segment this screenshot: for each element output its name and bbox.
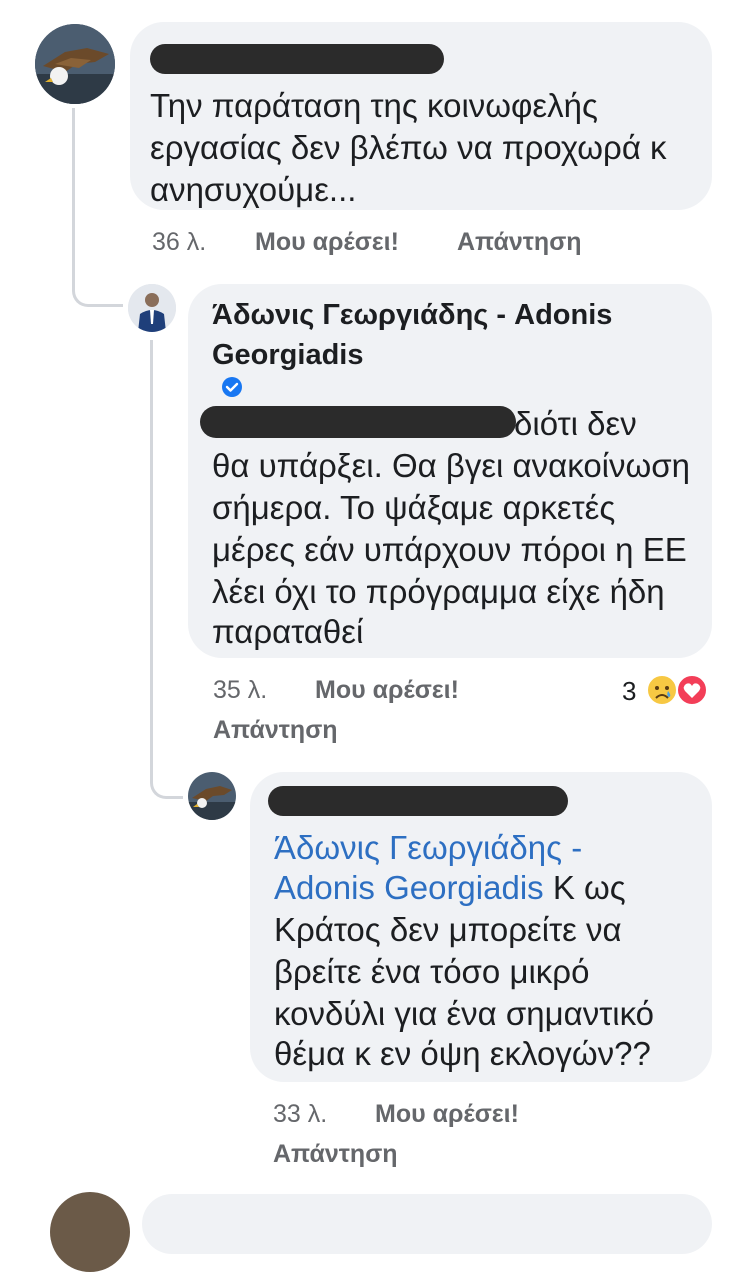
comment-text-line: μέρες εάν υπάρχουν πόροι η ΕΕ xyxy=(212,531,687,568)
comment-timestamp[interactable]: 36 λ. xyxy=(152,228,206,257)
reactions-summary[interactable]: 3 xyxy=(622,672,718,708)
thread-line-2 xyxy=(150,340,183,799)
comment-text-tail: Κ ως xyxy=(543,869,626,906)
comment-text-line: σήμερα. Το ψάξαμε αρκετές xyxy=(212,489,616,526)
comment-timestamp[interactable]: 33 λ. xyxy=(273,1100,327,1129)
redacted-mention xyxy=(200,406,516,438)
reply-button[interactable]: Απάντηση xyxy=(273,1140,398,1169)
comment-text-line: ανησυχούμε... xyxy=(150,171,357,208)
comment-author[interactable]: Άδωνις Γεωργιάδης - Adonis xyxy=(212,296,612,334)
comment-text-line: βρείτε ένα τόσο μικρό xyxy=(274,953,590,990)
comment-timestamp[interactable]: 35 λ. xyxy=(213,676,267,705)
commenter-avatar-eagle[interactable] xyxy=(35,24,115,104)
verified-badge-icon xyxy=(221,376,243,398)
thread-line-1 xyxy=(72,108,123,307)
next-comment-bubble xyxy=(142,1194,712,1254)
mention-link[interactable]: Άδωνις Γεωργιάδης - xyxy=(274,828,582,868)
like-button[interactable]: Μου αρέσει! xyxy=(315,676,459,705)
comment-text-line: Κράτος δεν μπορείτε να xyxy=(274,911,622,948)
comment-bubble-2: Άδωνις Γεωργιάδης - Adonis Georgiadis δι… xyxy=(188,284,712,658)
comment-text-line: θα υπάρξει. Θα βγει ανακοίνωση xyxy=(212,447,690,484)
commenter-avatar-adonis[interactable] xyxy=(128,284,176,332)
comment-bubble-3: Άδωνις Γεωργιάδης - Adonis Georgiadis Κ … xyxy=(250,772,712,1082)
comment-text-line: λέει όχι το πρόγραμμα είχε ήδη xyxy=(212,573,665,610)
comment-text-line: θέμα κ εν όψη εκλογών?? xyxy=(274,1035,651,1072)
eagle-icon xyxy=(188,772,236,820)
mention-link-cont[interactable]: Adonis Georgiadis xyxy=(274,869,544,906)
redacted-name xyxy=(268,786,568,816)
comment-author-cont[interactable]: Georgiadis xyxy=(212,336,364,374)
comment-text-line: Adonis Georgiadis Κ ως xyxy=(274,868,626,908)
sad-emoji-icon xyxy=(646,674,678,706)
redacted-name xyxy=(150,44,444,74)
reply-button[interactable]: Απάντηση xyxy=(213,716,338,745)
eagle-icon xyxy=(35,24,115,104)
reaction-count: 3 xyxy=(622,676,637,706)
like-button[interactable]: Μου αρέσει! xyxy=(375,1100,519,1129)
reply-button[interactable]: Απάντηση xyxy=(457,228,582,257)
next-commenter-avatar[interactable] xyxy=(50,1192,130,1272)
love-heart-icon xyxy=(676,674,708,706)
comment-text-line: εργασίας δεν βλέπω να προχωρά κ xyxy=(150,129,667,166)
like-button[interactable]: Μου αρέσει! xyxy=(255,228,399,257)
comment-text-line: παραταθεί xyxy=(212,613,364,650)
commenter-avatar-eagle[interactable] xyxy=(188,772,236,820)
comment-text-line: κονδύλι για ένα σημαντικό xyxy=(274,995,655,1032)
comment-text-line: διότι δεν xyxy=(514,405,637,442)
person-photo-icon xyxy=(128,284,176,332)
comment-text-line: Την παράταση της κοινωφελής xyxy=(150,87,598,124)
comment-bubble-1: Την παράταση της κοινωφελής εργασίας δεν… xyxy=(130,22,712,210)
